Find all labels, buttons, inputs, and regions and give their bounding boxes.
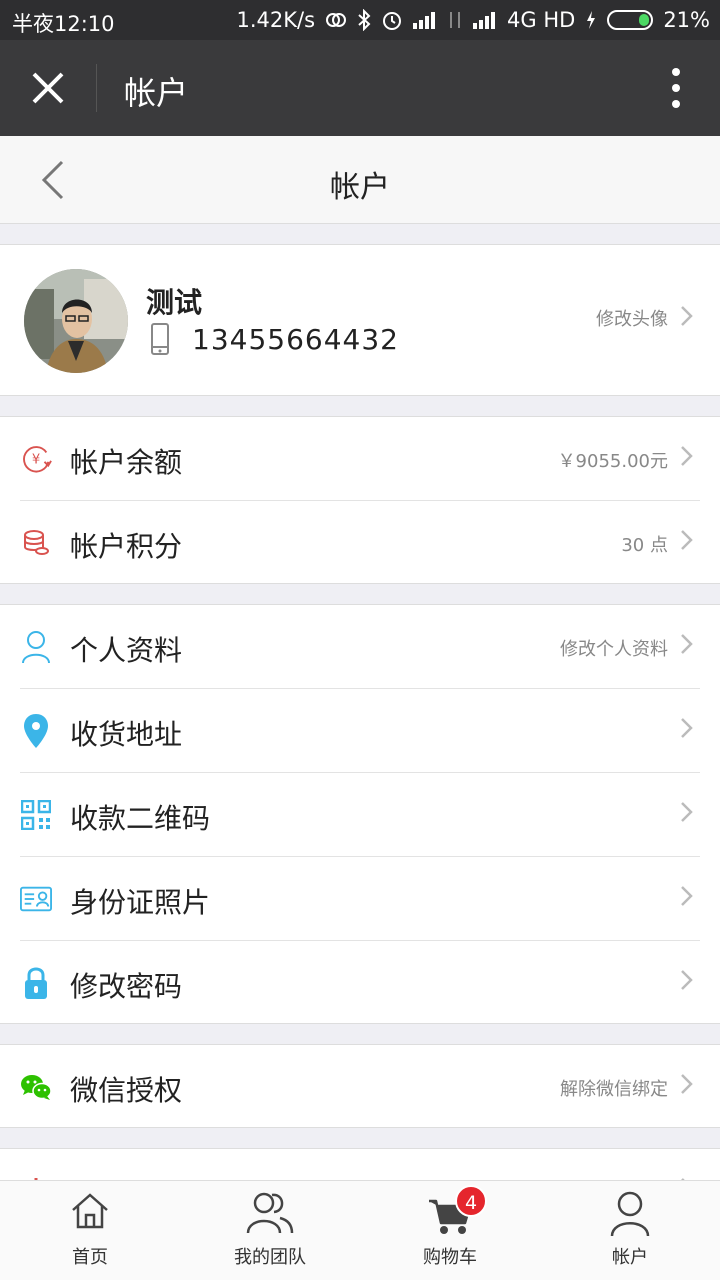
network-speed: 1.42K/s: [236, 8, 316, 32]
signal-icon: [413, 11, 437, 29]
chevron-right-icon: [681, 530, 693, 550]
nav-account[interactable]: 帐户: [540, 1181, 720, 1280]
balance-icon: ¥: [20, 441, 52, 477]
account-group: ¥ 帐户余额 ￥9055.00元 帐户积分 30 点: [0, 416, 720, 584]
profile-info-action: 修改个人资料: [560, 639, 668, 660]
nav-team[interactable]: 我的团队: [180, 1181, 360, 1280]
home-icon: [72, 1193, 108, 1229]
change-password-label: 修改密码: [70, 970, 183, 1003]
account-points-row[interactable]: 帐户积分 30 点: [0, 501, 720, 585]
battery-icon: [607, 10, 654, 30]
points-value: 30 点: [621, 535, 668, 556]
status-bar: 半夜12:10 1.42K/s 4G HD 21%: [0, 0, 720, 40]
chevron-right-icon: [681, 306, 693, 326]
nav-account-label: 帐户: [612, 1247, 648, 1268]
bottom-navigation: 首页 我的团队 4 购物车 帐户: [0, 1180, 720, 1280]
bluetooth-icon: [357, 9, 371, 31]
sync-icon: [325, 10, 347, 30]
nav-cart[interactable]: 4 购物车: [360, 1181, 540, 1280]
close-icon[interactable]: [30, 70, 66, 106]
data-transfer-icon: [447, 10, 463, 30]
chevron-right-icon: [681, 446, 693, 466]
profile-name: 测试: [146, 286, 203, 319]
battery-percent: 21%: [663, 8, 710, 32]
wechat-auth-label: 微信授权: [70, 1074, 183, 1107]
nav-cart-label: 购物车: [423, 1247, 477, 1268]
chevron-right-icon: [681, 970, 693, 990]
qrcode-label: 收款二维码: [70, 802, 211, 835]
svg-text:¥: ¥: [32, 453, 40, 468]
wechat-auth-row[interactable]: 微信授权 解除微信绑定: [0, 1045, 720, 1129]
team-icon: [246, 1192, 294, 1234]
profile-info-row[interactable]: 个人资料 修改个人资料: [0, 605, 720, 689]
page-title: 帐户: [330, 170, 390, 205]
nav-home-label: 首页: [72, 1247, 108, 1268]
account-balance-row[interactable]: ¥ 帐户余额 ￥9055.00元: [0, 417, 720, 501]
divider: [96, 64, 97, 112]
status-time: 半夜12:10: [12, 12, 115, 36]
network-type: 4G HD: [507, 8, 576, 32]
alarm-icon: [381, 9, 403, 31]
address-row[interactable]: 收货地址: [0, 689, 720, 773]
wechat-top-bar: 帐户: [0, 40, 720, 136]
change-password-row[interactable]: 修改密码: [0, 941, 720, 1025]
wechat-bar-title: 帐户: [124, 74, 189, 112]
id-photo-label: 身份证照片: [70, 886, 211, 919]
wechat-icon: [20, 1069, 52, 1105]
more-options-icon[interactable]: [672, 68, 680, 108]
qrcode-row[interactable]: 收款二维码: [0, 773, 720, 857]
id-card-icon: [20, 881, 52, 917]
avatar[interactable]: [24, 269, 128, 373]
status-right: 1.42K/s 4G HD 21%: [236, 8, 710, 32]
account-icon: [610, 1191, 650, 1237]
wechat-unbind-action: 解除微信绑定: [560, 1079, 668, 1100]
location-pin-icon: [20, 713, 52, 749]
profile-card[interactable]: 测试 13455664432 修改头像: [0, 244, 720, 396]
profile-phone: 13455664432: [192, 323, 399, 356]
settings-group: 个人资料 修改个人资料 收货地址 收款二维码 身份证照片 修改密码: [0, 604, 720, 1024]
wechat-auth-group: 微信授权 解除微信绑定: [0, 1044, 720, 1128]
lock-icon: [20, 965, 52, 1001]
qrcode-icon: [20, 797, 52, 833]
profile-info-label: 个人资料: [70, 634, 183, 667]
phone-icon: [151, 323, 169, 355]
user-icon: [20, 629, 52, 665]
address-label: 收货地址: [70, 718, 183, 751]
id-photo-row[interactable]: 身份证照片: [0, 857, 720, 941]
signal-icon-2: [473, 11, 497, 29]
chevron-right-icon: [681, 802, 693, 822]
chevron-right-icon: [681, 634, 693, 654]
page-header: 帐户: [0, 136, 720, 224]
points-label: 帐户积分: [70, 530, 183, 563]
chevron-right-icon: [681, 886, 693, 906]
balance-value: ￥9055.00元: [557, 451, 668, 472]
cart-badge: 4: [455, 1185, 487, 1217]
edit-avatar-link[interactable]: 修改头像: [596, 305, 668, 331]
nav-home[interactable]: 首页: [0, 1181, 180, 1280]
chevron-right-icon: [681, 1074, 693, 1094]
balance-label: 帐户余额: [70, 446, 183, 479]
chevron-right-icon: [681, 718, 693, 738]
coins-icon: [20, 525, 52, 561]
nav-team-label: 我的团队: [234, 1247, 306, 1268]
charging-icon: [585, 10, 597, 30]
